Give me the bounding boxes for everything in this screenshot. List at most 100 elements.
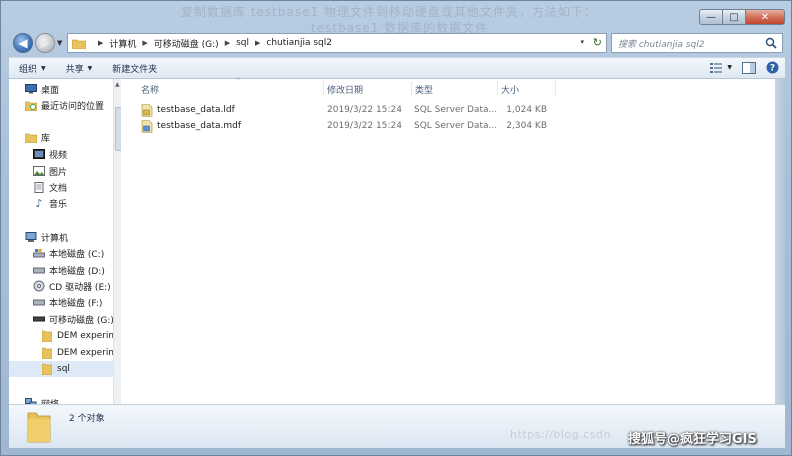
column-divider[interactable] [497,81,498,95]
nav-item-drive-d[interactable]: 本地磁盘 (D:) [33,262,121,278]
network-icon [25,397,37,404]
column-header-size[interactable]: 大小 [501,83,519,96]
nav-item-drive-f[interactable]: 本地磁盘 (F:) [33,294,121,310]
folder-icon [41,347,53,359]
nav-label-recent: 最近访问的位置 [41,101,105,112]
view-options-icon[interactable] [710,62,724,74]
sort-ascending-icon: ^ [235,77,241,85]
close-button[interactable]: ✕ [745,9,785,25]
nav-item-computer[interactable]: 计算机 [25,229,121,245]
search-input[interactable]: 搜索 chutianjia sql2 [611,33,783,53]
share-button[interactable]: 共享 ▼ [56,58,103,78]
column-divider[interactable] [411,81,412,95]
preview-pane-icon[interactable] [742,61,756,74]
database-file-icon [141,120,153,133]
column-header-name[interactable]: 名称 [141,83,159,96]
nav-item-dem-experim-2[interactable]: DEM experim [41,345,121,361]
file-size: 2,304 KB [506,121,547,131]
explorer-body: 桌面 最近访问的位置 库 视频 图片 文档 ♪ 音乐 计算机 本地磁盘 (C:)… [9,77,785,404]
address-dropdown-icon[interactable]: ▾ [580,38,584,46]
file-type: SQL Server Data... [414,105,498,115]
refresh-icon[interactable]: ↻ [593,36,602,49]
background-text-line1: 复制数据库 testbase1 物理文件到移动硬盘或其他文件夹，方法如下： [181,5,597,19]
removable-drive-icon [33,313,45,325]
search-icon[interactable] [765,37,777,49]
share-label: 共享 [65,64,84,75]
column-header-date[interactable]: 修改日期 [327,83,363,96]
help-icon[interactable]: ? [766,61,779,74]
back-button[interactable]: ◀ [13,33,33,53]
window-caption-buttons: — □ ✕ [699,9,785,25]
breadcrumb-chutianjia-sql2[interactable]: chutianjia sql2 [266,38,332,48]
close-icon: ✕ [760,11,770,23]
nav-label-drive-d: 本地磁盘 (D:) [49,266,105,277]
nav-label-network: 网络 [41,397,59,405]
nav-label-pictures: 图片 [49,167,68,178]
new-folder-button[interactable]: 新建文件夹 [102,58,167,78]
folder-icon [72,39,86,49]
minimize-button[interactable]: — [699,9,723,25]
nav-item-desktop[interactable]: 桌面 [25,81,121,97]
arrow-left-icon: ◀ [18,36,28,50]
scroll-up-icon[interactable]: ▲ [115,81,120,88]
chevron-right-icon[interactable]: ▶ [142,39,147,47]
file-name: testbase_data.ldf [157,105,235,115]
file-row[interactable]: testbase_data.mdf 2019/3/22 15:24 SQL Se… [141,119,601,135]
maximize-button[interactable]: □ [722,9,746,25]
nav-item-dem-experim-1[interactable]: DEM experim [41,328,121,344]
chevron-down-icon[interactable]: ▼ [727,64,732,71]
chevron-right-icon[interactable]: ▶ [225,39,230,47]
nav-item-documents[interactable]: 文档 [33,179,121,195]
folder-icon [27,412,51,443]
document-icon [33,181,45,193]
csdn-watermark: https://blog.csdn [510,428,611,441]
chevron-right-icon[interactable]: ▶ [255,39,260,47]
sohu-watermark: 搜狐号@疯狂学习GIS [628,432,757,447]
nav-item-drive-g[interactable]: 可移动磁盘 (G:) [33,311,121,327]
breadcrumb-drive-g[interactable]: 可移动磁盘 (G:) [154,37,219,50]
nav-item-drive-e[interactable]: CD 驱动器 (E:) [33,278,121,294]
scrollbar-thumb[interactable] [115,107,121,151]
nav-item-music[interactable]: ♪ 音乐 [33,195,121,211]
computer-icon [25,231,37,243]
minimize-icon: — [706,11,716,23]
breadcrumb-computer[interactable]: 计算机 [109,37,136,50]
nav-label-dem-experim-2: DEM experim [57,348,118,358]
explorer-window: 复制数据库 testbase1 物理文件到移动硬盘或其他文件夹，方法如下： te… [0,0,792,456]
nav-item-pictures[interactable]: 图片 [33,163,121,179]
breadcrumb: ▶ 计算机 ▶ 可移动磁盘 (G:) ▶ sql ▶ chutianjia sq… [92,37,332,50]
nav-item-recent[interactable]: 最近访问的位置 [25,97,121,113]
nav-label-music: 音乐 [49,199,68,210]
column-divider[interactable] [555,81,556,95]
nav-item-library[interactable]: 库 [25,129,121,145]
command-bar: 组织 ▼ 共享 ▼ 新建文件夹 ▼ ? [9,57,785,79]
file-date: 2019/3/22 15:24 [327,105,402,115]
nav-item-sql[interactable]: sql [9,361,121,377]
nav-label-drive-c: 本地磁盘 (C:) [49,249,105,260]
navigation-pane: 桌面 最近访问的位置 库 视频 图片 文档 ♪ 音乐 计算机 本地磁盘 (C:)… [9,79,121,404]
column-header-type[interactable]: 类型 [415,83,433,96]
nav-item-network[interactable]: 网络 [25,395,121,404]
hard-drive-icon [33,264,45,276]
recent-pages-dropdown[interactable]: ▼ [57,39,62,47]
breadcrumb-sql[interactable]: sql [236,38,249,48]
forward-button[interactable]: ▶ [35,33,55,53]
column-divider[interactable] [323,81,324,95]
nav-label-computer: 计算机 [41,233,69,244]
organize-label: 组织 [19,64,38,75]
file-name: testbase_data.mdf [157,121,242,131]
file-row[interactable]: testbase_data.ldf 2019/3/22 15:24 SQL Se… [141,103,601,119]
system-drive-icon [33,247,45,259]
arrow-right-icon: ▶ [40,36,50,50]
navigation-pane-scrollbar[interactable]: ▲ [113,79,121,404]
nav-item-videos[interactable]: 视频 [33,146,121,162]
nav-label-sql: sql [57,364,70,374]
nav-label-drive-e: CD 驱动器 (E:) [49,282,111,293]
music-icon: ♪ [35,196,43,210]
nav-label-dem-experim-1: DEM experim [57,331,118,341]
address-bar[interactable]: ▶ 计算机 ▶ 可移动磁盘 (G:) ▶ sql ▶ chutianjia sq… [67,33,607,53]
cd-drive-icon [33,280,45,292]
folder-icon [41,363,53,375]
nav-item-drive-c[interactable]: 本地磁盘 (C:) [33,245,121,261]
organize-button[interactable]: 组织 ▼ [9,58,56,78]
